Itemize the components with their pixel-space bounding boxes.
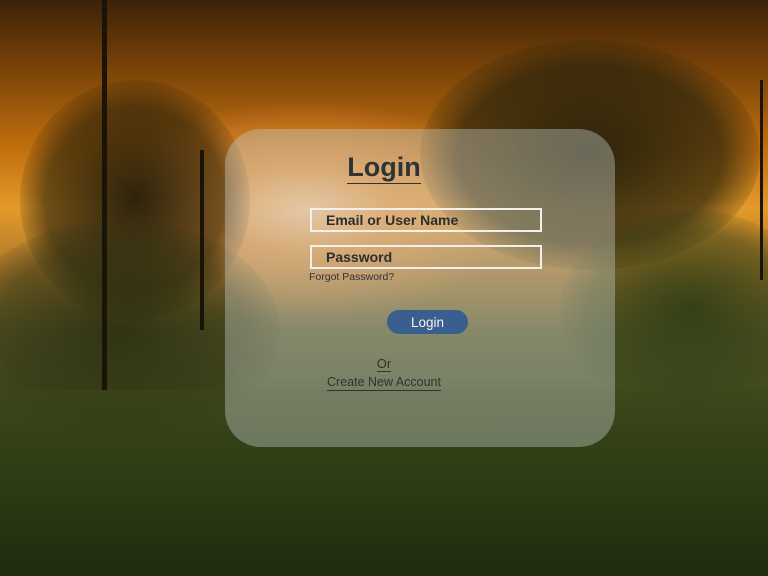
create-account-wrapper: Create New Account: [0, 375, 768, 391]
page-title: Login: [347, 152, 421, 184]
login-button[interactable]: Login: [387, 310, 468, 334]
password-input[interactable]: [310, 245, 542, 269]
or-divider: Or: [376, 356, 392, 372]
tree-trunk-left: [102, 0, 107, 390]
login-title-wrapper: Login: [0, 152, 768, 184]
create-account-link[interactable]: Create New Account: [327, 375, 441, 391]
username-input[interactable]: [310, 208, 542, 232]
forgot-password-link[interactable]: Forgot Password?: [309, 271, 394, 283]
or-divider-wrapper: Or: [0, 356, 768, 372]
